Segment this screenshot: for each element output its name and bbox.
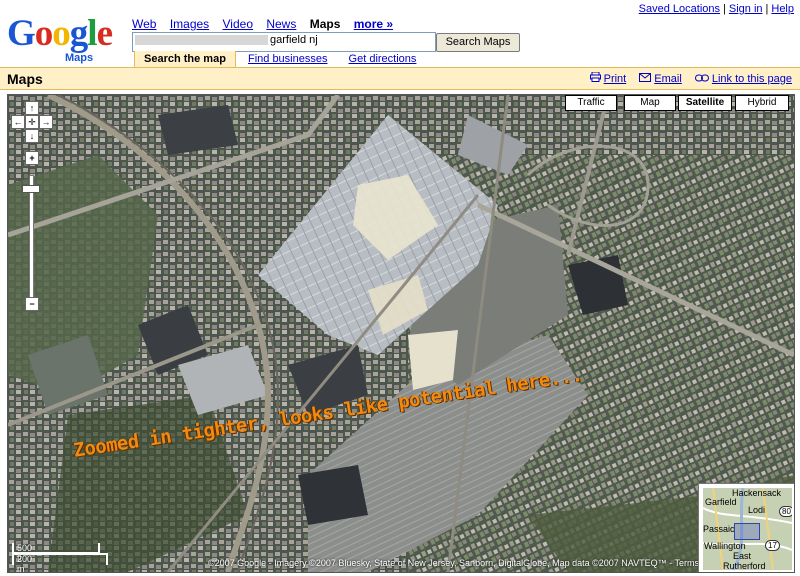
overview-viewport-box[interactable] xyxy=(734,523,760,540)
tab-get-directions[interactable]: Get directions xyxy=(340,51,426,67)
pan-center-icon[interactable]: ✛ xyxy=(25,115,39,129)
overview-label: Garfield xyxy=(705,497,737,507)
search-input[interactable]: garfield nj xyxy=(132,32,436,52)
zoom-minus-icon[interactable]: − xyxy=(25,297,39,311)
print-link[interactable]: Print xyxy=(589,71,627,85)
highway-shield-icon: 80 xyxy=(779,506,792,517)
nav-video[interactable]: Video xyxy=(223,17,253,31)
zoom-plus-icon[interactable]: + xyxy=(25,151,39,165)
pan-south-icon[interactable]: ↓ xyxy=(25,129,39,143)
separator: | xyxy=(765,3,769,15)
search-value: garfield nj xyxy=(270,34,318,46)
product-nav: Web Images Video News Maps more » xyxy=(132,17,403,31)
nav-more[interactable]: more » xyxy=(354,17,393,31)
overview-label: Passaic xyxy=(703,524,735,534)
overview-label: Rutherford xyxy=(723,561,766,570)
overview-label: Wallington xyxy=(704,541,746,551)
tab-find-businesses[interactable]: Find businesses xyxy=(239,51,337,67)
scale-label-metric: 200 m xyxy=(17,554,33,573)
overview-label: Lodi xyxy=(748,505,766,515)
envelope-icon xyxy=(639,73,652,85)
redacted-text xyxy=(135,35,268,46)
overview-label: Hackensack xyxy=(732,488,782,498)
overview-map-view[interactable]: Hackensack Garfield Lodi Passaic Walling… xyxy=(703,488,792,570)
overview-label: East xyxy=(733,551,752,561)
satellite-button[interactable]: Satellite xyxy=(678,95,732,111)
separator: | xyxy=(723,3,726,15)
traffic-button[interactable]: Traffic xyxy=(565,95,617,111)
overview-map[interactable]: Hackensack Garfield Lodi Passaic Walling… xyxy=(698,483,794,572)
nav-maps: Maps xyxy=(309,17,341,31)
copyright-text: ©2007 Google - Imagery ©2007 Bluesky, St… xyxy=(208,558,728,568)
email-link[interactable]: Email xyxy=(639,73,682,85)
map-button[interactable]: Map xyxy=(624,95,676,111)
satellite-map[interactable]: ↑ ← ✛ → ↓ + − Traffic Map Satellite Hybr… xyxy=(7,94,795,573)
sign-in-link[interactable]: Sign in xyxy=(729,3,763,15)
tab-search-the-map[interactable]: Search the map xyxy=(134,51,236,68)
top-links: Saved Locations | Sign in | Help xyxy=(639,3,794,15)
nav-images[interactable]: Images xyxy=(170,17,209,31)
email-label[interactable]: Email xyxy=(654,73,682,85)
pan-zoom-control: ↑ ← ✛ → ↓ + − xyxy=(11,101,53,311)
satellite-imagery xyxy=(8,95,794,572)
nav-news[interactable]: News xyxy=(266,17,296,31)
zoom-slider-knob[interactable] xyxy=(22,185,40,193)
pan-east-icon[interactable]: → xyxy=(39,115,53,129)
pan-north-icon[interactable]: ↑ xyxy=(25,101,39,115)
search-tabs: Search the map Find businesses Get direc… xyxy=(134,51,425,68)
page-title: Maps xyxy=(7,71,43,87)
saved-locations-link[interactable]: Saved Locations xyxy=(639,3,720,15)
hybrid-button[interactable]: Hybrid xyxy=(735,95,789,111)
link-label[interactable]: Link to this page xyxy=(712,73,792,85)
logo-word: Google xyxy=(7,13,113,54)
help-link[interactable]: Help xyxy=(771,3,794,15)
pan-west-icon[interactable]: ← xyxy=(11,115,25,129)
google-maps-logo[interactable]: Google Maps xyxy=(7,14,125,66)
zoom-slider-track[interactable] xyxy=(29,175,34,302)
chain-link-icon xyxy=(694,73,709,85)
print-label[interactable]: Print xyxy=(604,73,627,85)
page-tools: Print Email Link to this page xyxy=(580,71,792,85)
nav-web[interactable]: Web xyxy=(132,17,156,31)
logo-sub: Maps xyxy=(65,52,94,64)
link-to-page[interactable]: Link to this page xyxy=(694,73,792,85)
title-bar: Maps Print Email Link to this page xyxy=(0,68,800,90)
printer-icon xyxy=(589,71,601,85)
search-maps-button[interactable]: Search Maps xyxy=(436,33,520,52)
highway-shield-icon: 17 xyxy=(765,540,780,551)
